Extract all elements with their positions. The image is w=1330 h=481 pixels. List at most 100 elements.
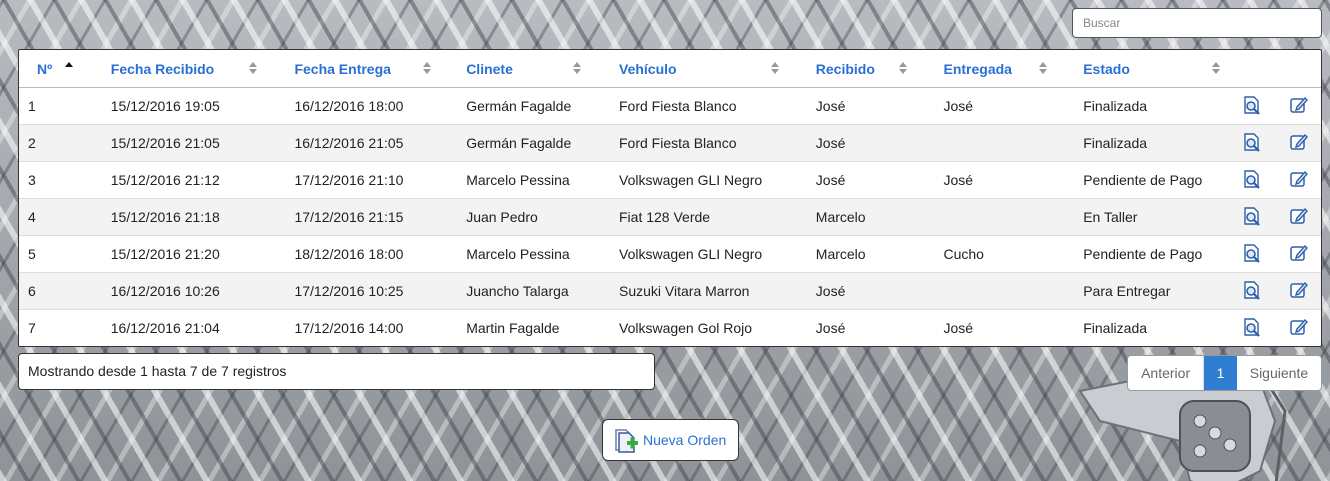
cell-number-text: 2 bbox=[28, 135, 36, 151]
cell-recibido: Marcelo bbox=[804, 235, 933, 273]
cell-fecha-entrega: 17/12/2016 21:15 bbox=[282, 198, 458, 236]
page-1-button[interactable]: 1 bbox=[1204, 356, 1237, 390]
sort-icon bbox=[1212, 62, 1221, 74]
edit-icon[interactable] bbox=[1289, 206, 1309, 226]
cell-vehiculo-text: Ford Fiesta Blanco bbox=[619, 135, 737, 151]
column-header-estado[interactable]: Estado bbox=[1072, 50, 1231, 88]
cell-recibido-text: José bbox=[815, 320, 846, 337]
cell-number-text: 6 bbox=[28, 283, 36, 299]
cell-vehiculo: Volkswagen GLI Negro bbox=[608, 235, 805, 273]
column-header-fecha-entrega[interactable]: Fecha Entrega bbox=[282, 50, 458, 88]
cell-fecha-recibido-text: 15/12/2016 19:05 bbox=[110, 98, 220, 114]
new-order-button[interactable]: Nueva Orden bbox=[602, 419, 739, 461]
cell-cliente-text: Juancho Talarga bbox=[466, 283, 569, 299]
cell-fecha-recibido-text: 15/12/2016 21:12 bbox=[110, 172, 220, 188]
cell-cliente-text: Marcelo Pessina bbox=[466, 172, 570, 188]
edit-icon[interactable] bbox=[1289, 132, 1309, 152]
cell-edit bbox=[1275, 161, 1321, 199]
cell-fecha-entrega: 17/12/2016 10:25 bbox=[282, 272, 458, 310]
sort-icon bbox=[771, 62, 780, 74]
cell-recibido-text: Marcelo bbox=[815, 246, 866, 262]
cell-number-text: 1 bbox=[28, 98, 36, 114]
edit-icon[interactable] bbox=[1289, 243, 1309, 263]
cell-entregada-text: José bbox=[943, 320, 974, 337]
pagination: Anterior 1 Siguiente bbox=[1127, 355, 1322, 391]
cell-edit bbox=[1275, 309, 1321, 346]
cell-fecha-recibido-text: 16/12/2016 21:04 bbox=[110, 320, 220, 337]
cell-cliente-text: Germán Fagalde bbox=[466, 98, 572, 114]
column-header-entregada[interactable]: Entregada bbox=[932, 50, 1073, 88]
cell-recibido: José bbox=[804, 124, 933, 162]
cell-recibido-text: José bbox=[815, 172, 846, 188]
column-label: Vehículo bbox=[619, 60, 677, 77]
cell-recibido: José bbox=[804, 272, 933, 310]
column-label: Nº bbox=[37, 60, 53, 77]
table-info: Mostrando desde 1 hasta 7 de 7 registros bbox=[18, 353, 655, 390]
edit-icon[interactable] bbox=[1289, 95, 1309, 115]
table-row: 7 16/12/2016 21:04 17/12/2016 14:00 Martin … bbox=[19, 309, 1321, 346]
cell-fecha-entrega: 17/12/2016 21:10 bbox=[282, 161, 458, 199]
view-icon[interactable] bbox=[1242, 206, 1262, 226]
cell-fecha-entrega-text: 16/12/2016 18:00 bbox=[294, 98, 404, 114]
view-icon[interactable] bbox=[1242, 95, 1262, 115]
cell-fecha-entrega: 17/12/2016 14:00 bbox=[282, 309, 458, 346]
column-header-vehiculo[interactable]: Vehículo bbox=[608, 50, 805, 88]
cell-number-text: 7 bbox=[28, 320, 36, 337]
cell-entregada: José bbox=[932, 161, 1073, 199]
cell-recibido-text: José bbox=[815, 283, 846, 299]
cell-cliente: Marcelo Pessina bbox=[457, 235, 608, 273]
cell-cliente: Germán Fagalde bbox=[457, 124, 608, 162]
next-page-button[interactable]: Siguiente bbox=[1237, 356, 1321, 390]
view-icon[interactable] bbox=[1242, 317, 1262, 337]
cell-fecha-entrega-text: 17/12/2016 21:10 bbox=[294, 172, 404, 188]
cell-cliente-text: Juan Pedro bbox=[466, 209, 538, 225]
column-header-fecha-recibido[interactable]: Fecha Recibido bbox=[98, 50, 283, 88]
cell-estado-text: Pendiente de Pago bbox=[1083, 246, 1203, 262]
table-row: 1 15/12/2016 19:05 16/12/2016 18:00 Germán … bbox=[19, 88, 1321, 125]
search-input[interactable] bbox=[1072, 8, 1322, 38]
cell-number: 4 bbox=[19, 198, 99, 236]
sort-icon bbox=[423, 62, 432, 74]
column-header-number[interactable]: Nº bbox=[19, 50, 99, 88]
column-header-cliente[interactable]: Clinete bbox=[457, 50, 608, 88]
cell-estado: Finalizada bbox=[1072, 309, 1231, 346]
column-label: Fecha Entrega bbox=[294, 60, 391, 77]
cell-estado: Pendiente de Pago bbox=[1072, 161, 1231, 199]
cell-cliente-text: Germán Fagalde bbox=[466, 135, 572, 151]
cell-vehiculo: Ford Fiesta Blanco bbox=[608, 88, 805, 125]
cell-fecha-recibido: 15/12/2016 21:12 bbox=[98, 161, 283, 199]
cell-number: 1 bbox=[19, 88, 99, 125]
column-header-recibido[interactable]: Recibido bbox=[804, 50, 933, 88]
cell-estado-text: Finalizada bbox=[1083, 320, 1148, 337]
cell-estado-text: En Taller bbox=[1083, 209, 1138, 225]
cell-estado: En Taller bbox=[1072, 198, 1231, 236]
cell-cliente: Marcelo Pessina bbox=[457, 161, 608, 199]
sort-icon bbox=[573, 62, 582, 74]
cell-number-text: 4 bbox=[28, 209, 36, 225]
cell-fecha-recibido: 15/12/2016 21:18 bbox=[98, 198, 283, 236]
cell-fecha-recibido-text: 15/12/2016 21:20 bbox=[110, 246, 220, 262]
cell-vehiculo: Suzuki Vitara Marron bbox=[608, 272, 805, 310]
cell-vehiculo: Fiat 128 Verde bbox=[608, 198, 805, 236]
cell-recibido: José bbox=[805, 88, 933, 125]
cell-cliente: Juan Pedro bbox=[457, 198, 608, 236]
cell-edit bbox=[1276, 88, 1321, 125]
cell-number: 2 bbox=[19, 124, 99, 162]
table-row: 4 15/12/2016 21:18 17/12/2016 21:15 Juan Pe… bbox=[19, 198, 1321, 236]
table-row: 2 15/12/2016 21:05 16/12/2016 21:05 Germán … bbox=[19, 124, 1321, 162]
cell-fecha-entrega: 16/12/2016 21:05 bbox=[282, 124, 458, 162]
view-icon[interactable] bbox=[1242, 243, 1262, 263]
cell-fecha-recibido: 16/12/2016 10:26 bbox=[98, 272, 283, 310]
previous-page-button[interactable]: Anterior bbox=[1128, 356, 1205, 390]
cell-view bbox=[1230, 272, 1276, 310]
view-icon[interactable] bbox=[1242, 132, 1262, 152]
cell-cliente: Germán Fagalde bbox=[457, 88, 608, 125]
view-icon[interactable] bbox=[1242, 169, 1262, 189]
view-icon[interactable] bbox=[1242, 280, 1262, 300]
edit-icon[interactable] bbox=[1289, 280, 1309, 300]
edit-icon[interactable] bbox=[1289, 169, 1309, 189]
cell-vehiculo: Volkswagen Gol Rojo bbox=[608, 309, 805, 346]
edit-icon[interactable] bbox=[1289, 317, 1309, 337]
cell-edit bbox=[1275, 124, 1321, 162]
cell-fecha-entrega-text: 18/12/2016 18:00 bbox=[294, 246, 404, 262]
